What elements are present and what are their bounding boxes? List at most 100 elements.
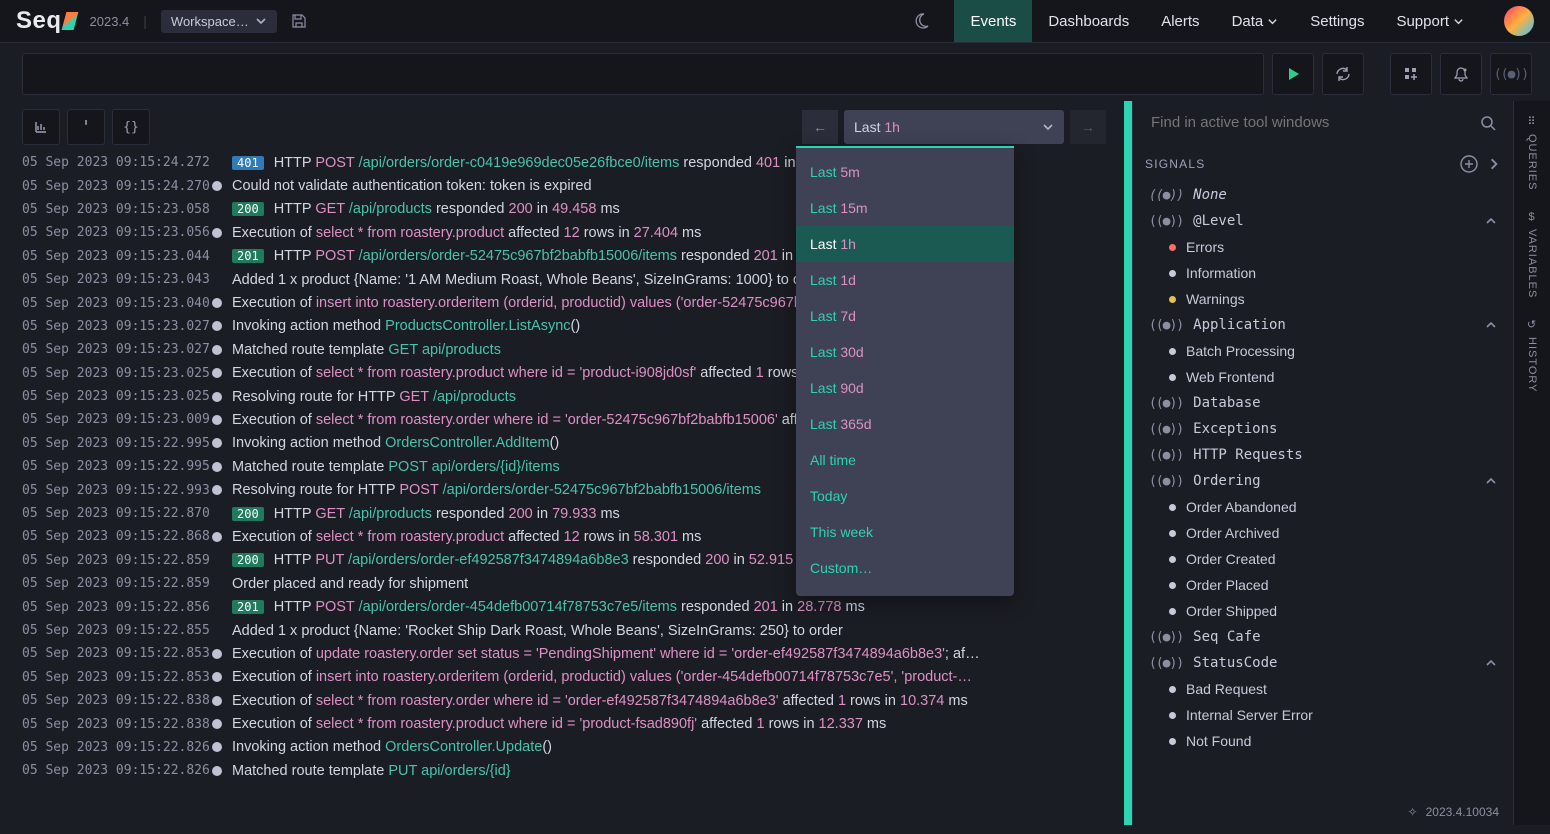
time-range-option[interactable]: Custom… [796,550,1014,586]
event-message: HTTP POST /api/orders/order-52475c967bf2… [274,248,865,264]
signal-group[interactable]: ((●))Ordering [1141,468,1505,494]
signal-item[interactable]: Order Shipped [1141,598,1505,624]
event-message: HTTP POST /api/orders/order-c0419e969dec… [274,155,860,171]
signal-icon: ((●)) [1149,422,1183,437]
range-prev-button[interactable]: ← [802,110,838,144]
user-avatar[interactable] [1504,6,1534,36]
signal-item[interactable]: Order Created [1141,546,1505,572]
event-row[interactable]: 05 Sep 2023 09:15:22.856201HTTP POST /ap… [22,595,1124,618]
signal-item[interactable]: Internal Server Error [1141,702,1505,728]
rail-queries[interactable]: ⠿QUERIES [1526,115,1538,191]
event-timestamp: 05 Sep 2023 09:15:23.056 [22,225,202,240]
event-row[interactable]: 05 Sep 2023 09:15:22.853Execution of upd… [22,642,1124,665]
chevron-down-icon [255,15,267,27]
signal-group[interactable]: ((●))Exceptions [1141,416,1505,442]
event-message: Execution of select * from roastery.prod… [232,225,701,241]
level-dot [212,438,222,448]
signal-dot-icon [1169,296,1176,303]
signals-more-button[interactable] [1487,157,1501,171]
time-range-option[interactable]: Today [796,478,1014,514]
event-timestamp: 05 Sep 2023 09:15:23.040 [22,296,202,311]
signal-item[interactable]: Order Abandoned [1141,494,1505,520]
range-next-button[interactable]: → [1070,110,1106,144]
time-range-option[interactable]: Last 90d [796,370,1014,406]
quote-toggle-button[interactable]: ' [67,109,105,145]
event-row[interactable]: 05 Sep 2023 09:15:22.855Added 1 x produc… [22,619,1124,642]
rail-history[interactable]: ↺HISTORY [1526,318,1538,393]
time-range-option[interactable]: Last 5m [796,154,1014,190]
signal-item[interactable]: Batch Processing [1141,338,1505,364]
signal-group[interactable]: ((●))StatusCode [1141,650,1505,676]
chart-view-button[interactable] [22,109,60,145]
event-message: Matched route template PUT api/orders/{i… [232,763,511,779]
refresh-button[interactable] [1322,53,1364,95]
signal-dot-icon [1169,608,1176,615]
event-timestamp: 05 Sep 2023 09:15:23.009 [22,412,202,427]
find-input[interactable] [1149,113,1479,132]
event-row[interactable]: 05 Sep 2023 09:15:22.826Invoking action … [22,736,1124,759]
app-logo[interactable]: Seq [16,7,76,35]
run-button[interactable] [1272,53,1314,95]
signal-dot-icon [1169,530,1176,537]
signal-group[interactable]: ((●))Seq Cafe [1141,624,1505,650]
event-timestamp: 05 Sep 2023 09:15:22.859 [22,576,202,591]
nav-data[interactable]: Data [1216,0,1295,42]
signal-item[interactable]: Web Frontend [1141,364,1505,390]
signal-item[interactable]: Order Placed [1141,572,1505,598]
level-dot [212,345,222,355]
signal-dot-icon [1169,374,1176,381]
event-message: Execution of update roastery.order set s… [232,646,980,662]
add-widget-button[interactable] [1390,53,1432,95]
theme-toggle-icon[interactable] [912,12,930,30]
splitter-handle[interactable] [1124,101,1132,825]
rail-variables[interactable]: $VARIABLES [1526,211,1538,298]
signal-item[interactable]: Bad Request [1141,676,1505,702]
signal-item[interactable]: Not Found [1141,728,1505,754]
stream-button[interactable]: ((●)) [1490,53,1532,95]
time-range-selector[interactable]: Last 1h [844,110,1064,144]
event-timestamp: 05 Sep 2023 09:15:22.826 [22,740,202,755]
time-range-option[interactable]: Last 15m [796,190,1014,226]
signal-item[interactable]: Errors [1141,234,1505,260]
save-icon[interactable] [291,13,307,29]
event-row[interactable]: 05 Sep 2023 09:15:22.853Execution of ins… [22,666,1124,689]
time-range-option[interactable]: Last 30d [796,334,1014,370]
add-signal-button[interactable] [1459,154,1479,174]
alert-button[interactable] [1440,53,1482,95]
signal-dot-icon [1169,686,1176,693]
event-message: Invoking action method ProductsControlle… [232,318,580,334]
nav-events[interactable]: Events [954,0,1032,42]
event-timestamp: 05 Sep 2023 09:15:22.856 [22,600,202,615]
event-timestamp: 05 Sep 2023 09:15:23.027 [22,319,202,334]
event-row[interactable]: 05 Sep 2023 09:15:22.826Matched route te… [22,759,1124,782]
signal-dot-icon [1169,738,1176,745]
signal-item[interactable]: Warnings [1141,286,1505,312]
status-badge: 200 [232,553,264,567]
nav-support[interactable]: Support [1380,0,1480,42]
time-range-option[interactable]: Last 1h [796,226,1014,262]
event-row[interactable]: 05 Sep 2023 09:15:22.838Execution of sel… [22,712,1124,735]
signal-group[interactable]: ((●))@Level [1141,208,1505,234]
signal-group[interactable]: ((●))Application [1141,312,1505,338]
search-icon[interactable] [1479,114,1497,132]
nav-settings[interactable]: Settings [1294,0,1380,42]
signal-item[interactable]: Order Archived [1141,520,1505,546]
signal-item[interactable]: Information [1141,260,1505,286]
nav-dashboards[interactable]: Dashboards [1032,0,1145,42]
time-range-option[interactable]: Last 365d [796,406,1014,442]
signal-group[interactable]: ((●))None [1141,182,1505,208]
workspace-selector[interactable]: Workspace… [161,10,277,33]
signal-group[interactable]: ((●))HTTP Requests [1141,442,1505,468]
status-badge: 201 [232,600,264,614]
signal-icon: ((●)) [1149,396,1183,411]
time-range-option[interactable]: All time [796,442,1014,478]
nav-alerts[interactable]: Alerts [1145,0,1215,42]
time-range-option[interactable]: This week [796,514,1014,550]
event-row[interactable]: 05 Sep 2023 09:15:22.838Execution of sel… [22,689,1124,712]
time-range-option[interactable]: Last 7d [796,298,1014,334]
braces-toggle-button[interactable]: {} [112,109,150,145]
signal-group[interactable]: ((●))Database [1141,390,1505,416]
time-range-option[interactable]: Last 1d [796,262,1014,298]
event-message: HTTP PUT /api/orders/order-ef492587f3474… [274,552,817,568]
query-input[interactable] [22,53,1264,95]
